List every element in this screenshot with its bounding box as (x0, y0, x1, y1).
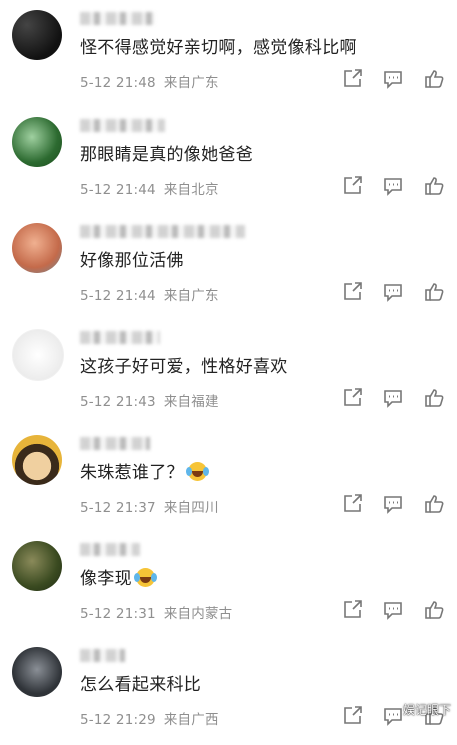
comment-meta: 5-12 21:37 来自四川 (80, 496, 219, 516)
thumbs-up-icon[interactable] (423, 599, 445, 621)
comment-location: 来自福建 (163, 394, 219, 410)
laughing-crying-emoji (185, 462, 207, 481)
comment-icon[interactable] (382, 68, 404, 90)
comment-text: 怎么看起来科比 (80, 675, 202, 695)
share-icon[interactable] (341, 493, 363, 515)
comment-time: 5-12 21:44 (80, 288, 156, 304)
username-blurred[interactable] (80, 649, 125, 662)
laughing-crying-emoji (133, 568, 155, 587)
comment-location: 来自四川 (163, 500, 219, 516)
comment-time: 5-12 21:31 (80, 606, 156, 622)
comment-text-content: 像李现 (80, 569, 132, 589)
comment-location: 来自内蒙古 (163, 606, 233, 622)
comment-actions (322, 599, 445, 621)
comment-text-content: 朱珠惹谁了？ (80, 463, 184, 483)
comment-meta: 5-12 21:29 来自广西 (80, 708, 219, 728)
comment-text: 好像那位活佛 (80, 251, 184, 271)
comment-location: 来自广东 (163, 75, 219, 91)
comment-icon[interactable] (382, 387, 404, 409)
comment-meta: 5-12 21:31 来自内蒙古 (80, 602, 232, 622)
comment-actions (322, 68, 445, 90)
username-blurred[interactable] (80, 331, 160, 344)
username-blurred[interactable] (80, 543, 140, 556)
avatar[interactable] (12, 10, 62, 60)
comment-actions (322, 175, 445, 197)
comment-item: 朱珠惹谁了？ 5-12 21:37 来自四川 (0, 427, 457, 533)
thumbs-up-icon[interactable] (423, 68, 445, 90)
share-icon[interactable] (341, 175, 363, 197)
username-blurred[interactable] (80, 437, 150, 450)
comment-meta: 5-12 21:44 来自北京 (80, 178, 219, 198)
comment-item: 怎么看起来科比 5-12 21:29 来自广西 (0, 639, 457, 745)
comment-text: 怪不得感觉好亲切啊，感觉像科比啊 (80, 38, 357, 58)
thumbs-up-icon[interactable] (423, 387, 445, 409)
share-icon[interactable] (341, 281, 363, 303)
comment-icon[interactable] (382, 599, 404, 621)
username-blurred[interactable] (80, 225, 245, 238)
thumbs-up-icon[interactable] (423, 493, 445, 515)
comment-icon[interactable] (382, 175, 404, 197)
comment-text: 那眼睛是真的像她爸爸 (80, 145, 253, 165)
comment-actions (322, 387, 445, 409)
comment-time: 5-12 21:44 (80, 182, 156, 198)
comment-time: 5-12 21:43 (80, 394, 156, 410)
watermark: 娱记眼下 (402, 703, 451, 717)
username-blurred[interactable] (80, 12, 155, 25)
comment-icon[interactable] (382, 281, 404, 303)
comment-actions (322, 281, 445, 303)
thumbs-up-icon[interactable] (423, 175, 445, 197)
comment-actions (322, 493, 445, 515)
avatar[interactable] (12, 117, 62, 167)
comment-item: 那眼睛是真的像她爸爸 5-12 21:44 来自北京 (0, 109, 457, 215)
share-icon[interactable] (341, 705, 363, 727)
avatar[interactable] (12, 541, 62, 591)
comment-meta: 5-12 21:43 来自福建 (80, 390, 219, 410)
comment-location: 来自广西 (163, 712, 219, 728)
comment-location: 来自北京 (163, 182, 219, 198)
comment-time: 5-12 21:37 (80, 500, 156, 516)
comment-time: 5-12 21:29 (80, 712, 156, 728)
comment-item: 怪不得感觉好亲切啊，感觉像科比啊 5-12 21:48 来自广东 (0, 2, 457, 108)
comment-text: 像李现 (80, 564, 155, 589)
comment-meta: 5-12 21:44 来自广东 (80, 284, 219, 304)
comment-text: 朱珠惹谁了？ (80, 458, 207, 483)
share-icon[interactable] (341, 68, 363, 90)
comment-icon[interactable] (382, 493, 404, 515)
avatar[interactable] (12, 435, 62, 485)
comment-time: 5-12 21:48 (80, 75, 156, 91)
share-icon[interactable] (341, 599, 363, 621)
thumbs-up-icon[interactable] (423, 281, 445, 303)
avatar[interactable] (12, 223, 62, 273)
comment-meta: 5-12 21:48 来自广东 (80, 71, 219, 91)
username-blurred[interactable] (80, 119, 165, 132)
comment-item: 好像那位活佛 5-12 21:44 来自广东 (0, 215, 457, 321)
comment-item: 像李现 5-12 21:31 来自内蒙古 (0, 533, 457, 639)
comment-icon[interactable] (382, 705, 404, 727)
avatar[interactable] (12, 329, 64, 381)
comment-item: 这孩子好可爱，性格好喜欢 5-12 21:43 来自福建 (0, 321, 457, 427)
comment-text: 这孩子好可爱，性格好喜欢 (80, 357, 288, 377)
avatar[interactable] (12, 647, 62, 697)
share-icon[interactable] (341, 387, 363, 409)
comment-location: 来自广东 (163, 288, 219, 304)
